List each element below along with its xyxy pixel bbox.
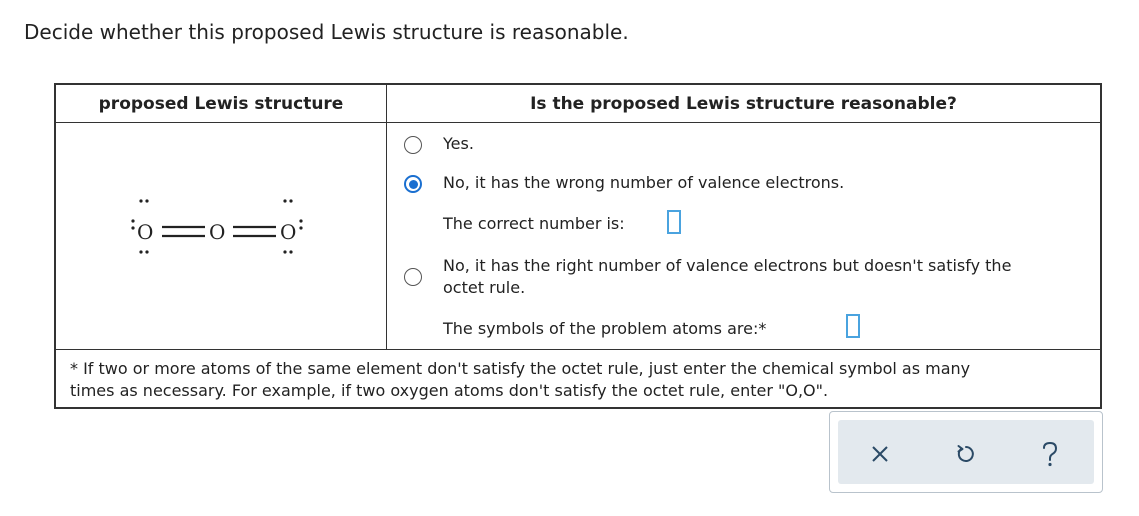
clear-button[interactable] bbox=[860, 434, 900, 474]
lone-pair-dot bbox=[289, 250, 293, 254]
atom-middle: O bbox=[209, 220, 225, 244]
instruction-text: Decide whether this proposed Lewis struc… bbox=[24, 20, 629, 44]
header-is-reasonable: Is the proposed Lewis structure reasonab… bbox=[530, 94, 957, 114]
option-octet-rule-label-line2: octet rule. bbox=[443, 278, 526, 297]
lewis-structure-cell: O O O bbox=[56, 123, 387, 349]
lone-pair-dot bbox=[283, 199, 287, 203]
lone-pair-dot bbox=[145, 199, 149, 203]
close-icon bbox=[872, 446, 888, 462]
toolbar-inner bbox=[838, 420, 1094, 484]
option-yes-radio[interactable] bbox=[404, 136, 422, 154]
header-proposed-structure: proposed Lewis structure bbox=[56, 85, 387, 123]
lone-pair-dot bbox=[139, 199, 143, 203]
option-wrong-valence-radio[interactable] bbox=[404, 175, 422, 193]
problem-atoms-prompt: The symbols of the problem atoms are:* bbox=[443, 319, 767, 338]
lone-pair-dot bbox=[145, 250, 149, 254]
option-octet-rule-label-line1: No, it has the right number of valence e… bbox=[443, 256, 1012, 275]
help-button[interactable] bbox=[1030, 434, 1070, 474]
correct-number-input[interactable] bbox=[667, 210, 681, 234]
problem-atoms-input[interactable] bbox=[846, 314, 860, 338]
option-yes-label: Yes. bbox=[443, 134, 474, 153]
lone-pair-dot bbox=[299, 226, 303, 230]
option-wrong-valence-label: No, it has the wrong number of valence e… bbox=[443, 173, 845, 192]
lone-pair-dot bbox=[299, 219, 303, 223]
lone-pair-dot bbox=[289, 199, 293, 203]
atom-left: O bbox=[137, 220, 153, 244]
question-table: proposed Lewis structure Is the proposed… bbox=[54, 83, 1102, 409]
help-icon bbox=[1043, 441, 1058, 467]
answer-toolbar bbox=[829, 411, 1103, 493]
atom-right: O bbox=[280, 220, 296, 244]
lone-pair-dot bbox=[283, 250, 287, 254]
footnote-line1: * If two or more atoms of the same eleme… bbox=[70, 359, 971, 378]
undo-icon bbox=[957, 445, 974, 462]
table-header: proposed Lewis structure Is the proposed… bbox=[56, 85, 1100, 123]
lone-pair-dot bbox=[139, 250, 143, 254]
undo-button[interactable] bbox=[946, 434, 986, 474]
option-octet-rule-radio[interactable] bbox=[404, 268, 422, 286]
lone-pair-dot bbox=[131, 226, 135, 230]
footnote: * If two or more atoms of the same eleme… bbox=[56, 349, 1100, 407]
lone-pair-dot bbox=[131, 219, 135, 223]
lewis-structure-diagram: O O O bbox=[131, 199, 303, 254]
correct-number-prompt: The correct number is: bbox=[443, 214, 625, 233]
footnote-line2: times as necessary. For example, if two … bbox=[70, 381, 829, 400]
